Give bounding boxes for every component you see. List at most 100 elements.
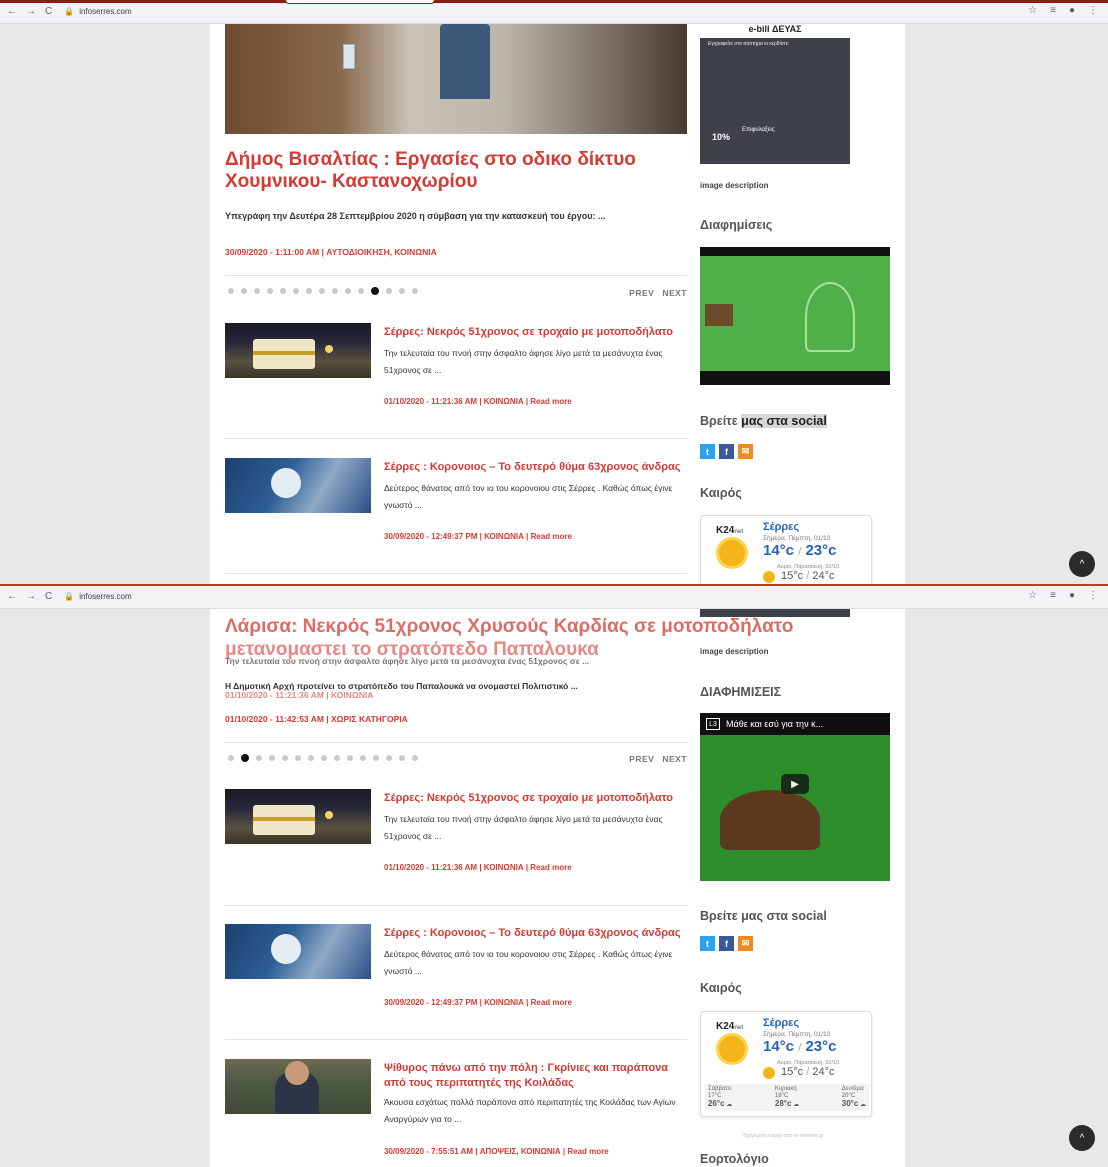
twitter-icon[interactable]: t xyxy=(700,936,715,951)
article-thumbnail[interactable] xyxy=(225,924,371,979)
address-bar[interactable]: infoserres.com xyxy=(79,592,131,601)
slider-dots[interactable] xyxy=(228,287,418,295)
weather-city[interactable]: Σέρρες xyxy=(763,1017,799,1029)
slider-dot[interactable] xyxy=(293,288,299,294)
facebook-icon[interactable]: f xyxy=(719,936,734,951)
slider-dot[interactable] xyxy=(360,755,366,761)
slider-dot[interactable] xyxy=(267,288,273,294)
article-thumbnail[interactable] xyxy=(225,789,371,844)
slider-dot[interactable] xyxy=(306,288,312,294)
slider-dot[interactable] xyxy=(334,755,340,761)
slider-dot[interactable] xyxy=(228,755,234,761)
reader-icon[interactable]: ≡ xyxy=(1050,5,1056,16)
article-thumbnail[interactable] xyxy=(225,323,371,378)
screenshot-top: ← → C 🔒 infoserres.com ☆ ≡ ● ⋮ Δήμος Βισ… xyxy=(0,0,1108,585)
next-button[interactable]: NEXT xyxy=(662,288,687,298)
slider-dot[interactable] xyxy=(386,288,392,294)
article-meta[interactable]: 01/10/2020 - 11:21:36 AM | ΚΟΙΝΩΝΙΑ | Re… xyxy=(384,863,572,872)
slider-dot[interactable] xyxy=(256,755,262,761)
back-icon[interactable]: ← xyxy=(7,591,17,602)
bookmark-star-icon[interactable]: ☆ xyxy=(1028,590,1037,601)
reload-icon[interactable]: C xyxy=(45,6,52,17)
slider-dot[interactable] xyxy=(280,288,286,294)
slider-dot[interactable] xyxy=(412,288,418,294)
next-button[interactable]: NEXT xyxy=(662,754,687,764)
reader-icon[interactable]: ≡ xyxy=(1050,590,1056,601)
slider-dot[interactable] xyxy=(347,755,353,761)
slider-dot[interactable] xyxy=(241,754,249,762)
overlapping-slide-title[interactable]: Λάρισα: Νεκρός 51χρονος Χρυσούς Καρδίας … xyxy=(225,616,793,638)
advertisement-banner[interactable] xyxy=(700,247,890,385)
address-bar[interactable]: infoserres.com xyxy=(79,7,131,16)
forward-icon[interactable]: → xyxy=(26,591,36,602)
lock-icon: 🔒 xyxy=(64,592,75,601)
bookmark-star-icon[interactable]: ☆ xyxy=(1028,5,1037,16)
play-icon[interactable]: ▶ xyxy=(781,774,809,794)
browser-toolbar: ← → C 🔒 infoserres.com ☆ ≡ ● ⋮ xyxy=(0,585,1108,609)
lead-article-meta[interactable]: 01/10/2020 - 11:42:53 AM | ΧΩΡΙΣ ΚΑΤΗΓΟΡ… xyxy=(225,714,408,724)
prev-button[interactable]: PREV xyxy=(629,754,654,764)
slider-dot[interactable] xyxy=(282,755,288,761)
article-thumbnail[interactable] xyxy=(225,458,371,513)
slider-dot[interactable] xyxy=(254,288,260,294)
ebill-banner[interactable]: e-bill ΔΕΥΑΣ Εγγραφείτε στο σύστημα κι κ… xyxy=(700,24,850,164)
article-title[interactable]: Σέρρες : Κορονοιος – Το δευτερό θύμα 63χ… xyxy=(384,926,684,941)
menu-icon[interactable]: ⋮ xyxy=(1088,590,1098,601)
lead-article-title[interactable]: Δήμος Βισαλτίας : Εργασίες στο οδικο δίκ… xyxy=(225,149,685,193)
prev-button[interactable]: PREV xyxy=(629,288,654,298)
slider-dot[interactable] xyxy=(241,288,247,294)
article-thumbnail[interactable] xyxy=(225,1059,371,1114)
slider-dot[interactable] xyxy=(399,755,405,761)
twitter-icon[interactable]: t xyxy=(700,444,715,459)
slider-dot[interactable] xyxy=(269,755,275,761)
weather-widget[interactable]: K24net Σέρρες Σήμερα, Πέμπτη, 01/10 14°c… xyxy=(700,1011,872,1117)
slider-dot[interactable] xyxy=(319,288,325,294)
social-links: t f ✉ xyxy=(700,444,753,459)
slider-dot[interactable] xyxy=(371,287,379,295)
menu-icon[interactable]: ⋮ xyxy=(1088,5,1098,16)
slider-dot[interactable] xyxy=(332,288,338,294)
weather-widget[interactable]: K24net Σέρρες Σήμερα, Πέμπτη, 01/10 14°c… xyxy=(700,515,872,585)
article-meta[interactable]: 30/09/2020 - 12:49:37 PM | ΚΟΙΝΩΝΙΑ | Re… xyxy=(384,998,572,1007)
scroll-to-top-button[interactable]: ^ xyxy=(1069,551,1095,577)
slider-dot[interactable] xyxy=(321,755,327,761)
article-meta[interactable]: 01/10/2020 - 11:21:36 AM | ΚΟΙΝΩΝΙΑ | Re… xyxy=(384,397,572,406)
slider-dot[interactable] xyxy=(308,755,314,761)
article-title[interactable]: Ψίθυρος πάνω από την πόλη : Γκρίνιες και… xyxy=(384,1061,684,1091)
article-title[interactable]: Σέρρες : Κορονοιος – Το δευτερό θύμα 63χ… xyxy=(384,460,684,475)
account-icon[interactable]: ● xyxy=(1069,5,1075,16)
lead-article-meta[interactable]: 30/09/2020 - 1:11:00 AM | ΑΥΤΟΔΙΟΙΚΗΣΗ, … xyxy=(225,247,437,257)
email-icon[interactable]: ✉ xyxy=(738,444,753,459)
slider-dot[interactable] xyxy=(373,755,379,761)
video-advertisement[interactable]: L3 Μάθε και εσύ για την κ... ▶ xyxy=(700,713,890,881)
weather-today-temps: 14°c / 23°c xyxy=(763,1038,837,1055)
email-icon[interactable]: ✉ xyxy=(738,936,753,951)
facebook-icon[interactable]: f xyxy=(719,444,734,459)
slider-dot[interactable] xyxy=(399,288,405,294)
account-icon[interactable]: ● xyxy=(1069,590,1075,601)
slider-dot[interactable] xyxy=(345,288,351,294)
divider xyxy=(225,1039,687,1040)
slider-dot[interactable] xyxy=(358,288,364,294)
browser-toolbar: ← → C 🔒 infoserres.com ☆ ≡ ● ⋮ xyxy=(0,0,1108,24)
active-tab[interactable] xyxy=(285,0,435,4)
back-icon[interactable]: ← xyxy=(7,6,17,17)
forward-icon[interactable]: → xyxy=(26,6,36,17)
slider-dot[interactable] xyxy=(295,755,301,761)
slider-dot[interactable] xyxy=(228,288,234,294)
weather-today-label: Σήμερα, Πέμπτη, 01/10 xyxy=(763,1031,831,1038)
weather-credit[interactable]: Πρόγνωση καιρού από το weather.gr xyxy=(742,1133,824,1139)
slider-dot[interactable] xyxy=(412,755,418,761)
forecast-day: Σάββατο 17°C 26°c ☁ xyxy=(708,1086,733,1108)
slider-dot[interactable] xyxy=(386,755,392,761)
article-title[interactable]: Σέρρες: Νεκρός 51χρονος σε τροχαίο με μο… xyxy=(384,791,684,806)
reload-icon[interactable]: C xyxy=(45,591,52,602)
article-meta[interactable]: 30/09/2020 - 7:55:51 AM | ΑΠΟΨΕΙΣ, ΚΟΙΝΩ… xyxy=(384,1147,609,1156)
lead-article-image[interactable] xyxy=(225,24,687,134)
article-title[interactable]: Σέρρες: Νεκρός 51χρονος σε τροχαίο με μο… xyxy=(384,325,684,340)
slider-dots[interactable] xyxy=(228,754,418,762)
weather-city[interactable]: Σέρρες xyxy=(763,521,799,533)
scroll-to-top-button[interactable]: ^ xyxy=(1069,1125,1095,1151)
video-title[interactable]: Μάθε και εσύ για την κ... xyxy=(726,719,823,729)
article-meta[interactable]: 30/09/2020 - 12:49:37 PM | ΚΟΙΝΩΝΙΑ | Re… xyxy=(384,532,572,541)
